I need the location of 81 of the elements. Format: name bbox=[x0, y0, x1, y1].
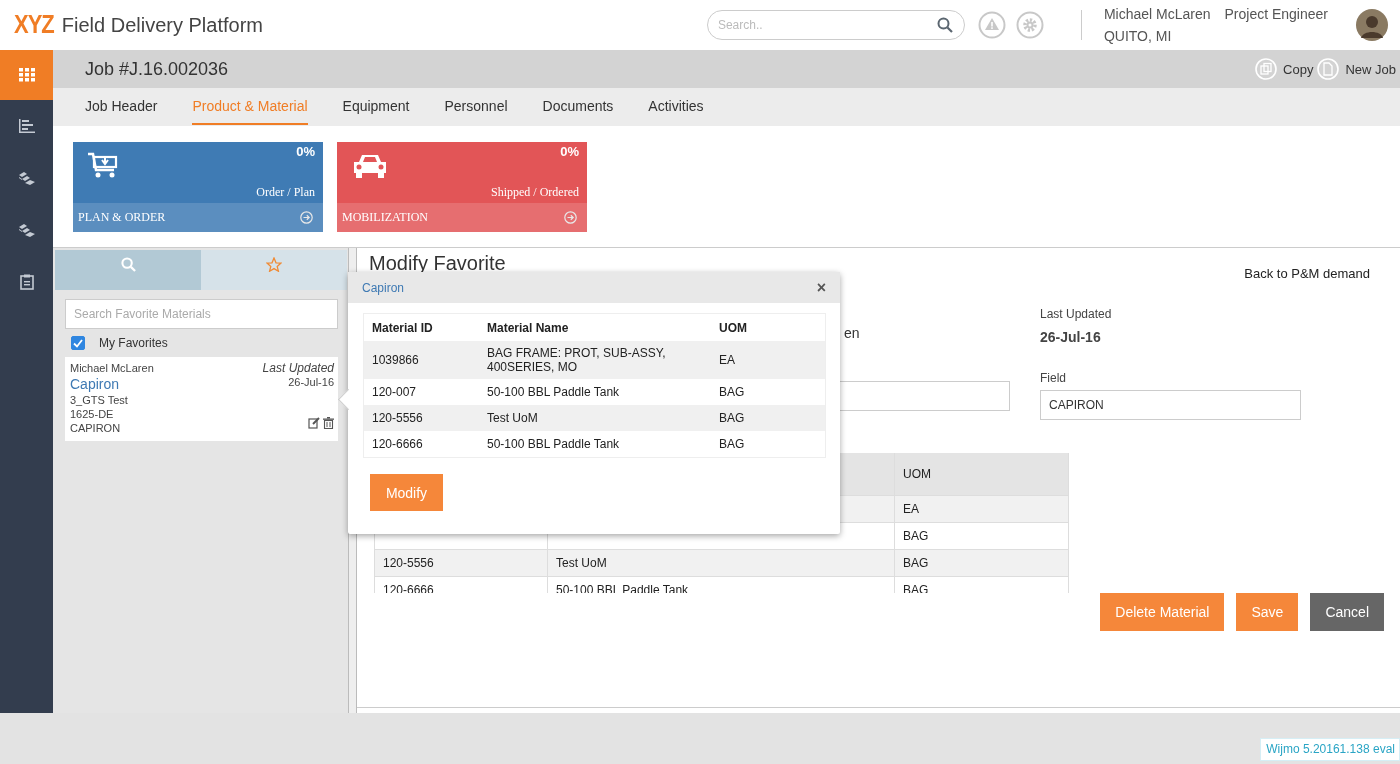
table-cell-text: BAG bbox=[718, 411, 746, 425]
tab[interactable]: Personnel bbox=[444, 88, 508, 125]
updated-date: 26-Jul-16 bbox=[288, 375, 334, 389]
favorite-owner: Michael McLaren bbox=[70, 361, 155, 375]
tile-percent: 0% bbox=[296, 144, 315, 159]
table-cell: EA bbox=[903, 502, 919, 516]
close-button[interactable]: × bbox=[814, 278, 828, 297]
tile-label: MOBILIZATION bbox=[342, 210, 428, 225]
table-cell-text: 50-100 BBL Paddle Tank bbox=[486, 437, 621, 451]
arrow-right-icon[interactable] bbox=[300, 211, 313, 224]
document-icon bbox=[1317, 58, 1340, 80]
cart-icon bbox=[87, 152, 119, 180]
favorite-detail: 1625-DE bbox=[70, 407, 115, 421]
favorite-detail: CAPIRON bbox=[70, 421, 122, 435]
table-cell-text: 50-100 BBL Paddle Tank bbox=[486, 385, 621, 399]
job-title: Job #J.16.002036 bbox=[85, 58, 229, 80]
grid-icon bbox=[18, 68, 35, 82]
favorite-card[interactable]: Michael McLaren Capiron 3_GTS Test 1625-DE CAPIRON Last Updated 26-Jul-16 bbox=[65, 357, 338, 441]
job-action-button[interactable]: Copy bbox=[1251, 58, 1314, 80]
summary-tile[interactable]: 0% Order / Plan PLAN & ORDER bbox=[73, 142, 323, 232]
table-cell-text: Test UoM bbox=[486, 411, 539, 425]
layers-icon bbox=[18, 223, 35, 237]
user-name: Michael McLaren bbox=[1103, 6, 1211, 22]
license-badge: Wijmo 5.20161.138 eval bbox=[1260, 738, 1400, 761]
copy-icon bbox=[1255, 58, 1278, 80]
tile-caption: Shipped / Ordered bbox=[491, 185, 579, 200]
back-link[interactable]: Back to P&M demand bbox=[1244, 266, 1370, 281]
logo: XYZ bbox=[14, 9, 54, 41]
search-icon bbox=[120, 256, 136, 272]
owner-value: en bbox=[844, 325, 860, 343]
column-header: Material Name bbox=[486, 320, 570, 335]
table-cell-text: 120-5556 bbox=[371, 411, 424, 425]
tab[interactable]: Equipment bbox=[342, 88, 410, 125]
bars-icon bbox=[18, 119, 35, 133]
search-icon[interactable] bbox=[936, 17, 953, 33]
tile-label: PLAN & ORDER bbox=[78, 210, 166, 225]
column-header: UOM bbox=[718, 320, 748, 335]
column-header: Material ID bbox=[371, 320, 434, 335]
action-button[interactable]: Cancel bbox=[1310, 593, 1384, 631]
updated-label: Last Updated bbox=[262, 361, 334, 375]
table-cell-text: BAG FRAME: PROT, SUB-ASSY, 400SERIES, MO bbox=[486, 346, 667, 374]
table-cell-text: 120-6666 bbox=[371, 437, 424, 451]
table-cell: 120-5556 bbox=[383, 556, 434, 570]
trash-icon[interactable] bbox=[323, 417, 334, 429]
table-cell: Test UoM bbox=[556, 556, 607, 570]
tile-caption: Order / Plan bbox=[256, 185, 315, 200]
car-icon bbox=[351, 152, 389, 180]
favorite-detail: 3_GTS Test bbox=[70, 393, 129, 407]
app-title: Field Delivery Platform bbox=[61, 13, 263, 37]
tab[interactable]: Activities bbox=[648, 88, 704, 125]
search-field[interactable]: Search.. bbox=[706, 10, 965, 40]
field-input[interactable]: CAPIRON bbox=[1040, 390, 1301, 420]
field-label: Last Updated bbox=[1040, 307, 1113, 321]
tab[interactable]: Job Header bbox=[85, 88, 158, 125]
table-cell-text: EA bbox=[718, 353, 736, 367]
table-cell-text: 120-007 bbox=[371, 385, 418, 399]
job-action-button[interactable]: New Job bbox=[1313, 58, 1396, 80]
edit-icon[interactable] bbox=[308, 417, 320, 429]
tile-percent: 0% bbox=[560, 144, 579, 159]
checkbox-label: My Favorites bbox=[99, 336, 168, 350]
user-role: Project Engineer bbox=[1224, 6, 1328, 22]
table-cell-text: BAG bbox=[718, 437, 746, 451]
panel-title: Modify Favorite bbox=[369, 252, 506, 275]
table-cell-text: BAG bbox=[718, 385, 746, 399]
avatar[interactable] bbox=[1356, 9, 1388, 41]
table-cell-text: 1039866 bbox=[371, 353, 420, 367]
checkbox[interactable] bbox=[71, 336, 85, 350]
field-value: 26-Jul-16 bbox=[1040, 329, 1102, 345]
search-field[interactable]: Search Favorite Materials bbox=[65, 299, 338, 329]
favorite-name[interactable]: Capiron bbox=[70, 375, 263, 393]
summary-tile[interactable]: 0% Shipped / Ordered MOBILIZATION bbox=[337, 142, 587, 232]
tab[interactable]: Documents bbox=[542, 88, 614, 125]
clipboard-icon bbox=[19, 274, 34, 290]
popup-title: Capiron bbox=[362, 280, 405, 295]
table-cell: BAG bbox=[903, 556, 929, 570]
layers-icon bbox=[18, 171, 35, 185]
table-cell: BAG bbox=[903, 529, 929, 543]
arrow-right-icon[interactable] bbox=[564, 211, 577, 224]
user-location: QUITO, MI bbox=[1103, 28, 1173, 44]
star-icon bbox=[266, 256, 282, 272]
field-label: Field bbox=[1040, 371, 1067, 385]
